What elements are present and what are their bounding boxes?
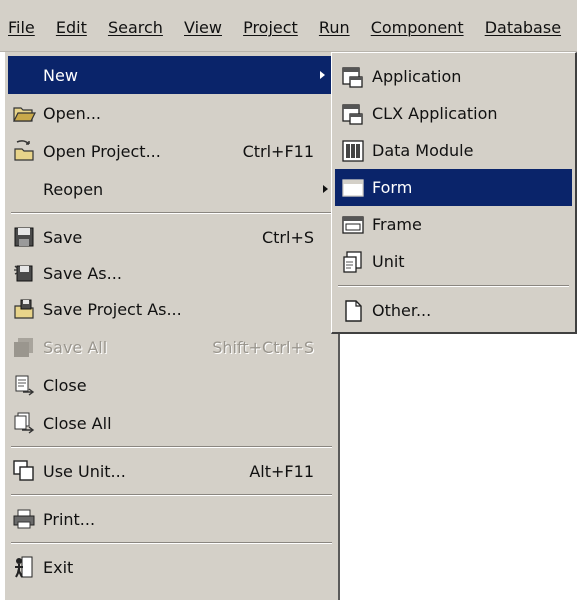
menu-item-open[interactable]: Open... [5, 94, 338, 132]
menu-item-save[interactable]: Save Ctrl+S [5, 218, 338, 256]
shortcut-label: Ctrl+F11 [242, 141, 314, 161]
menubar-file[interactable]: File [8, 18, 35, 37]
submenu-item-other[interactable]: Other... [332, 292, 575, 329]
data-module-icon [340, 138, 366, 164]
menu-item-label: Reopen [43, 179, 104, 199]
menu-item-label: Save As... [43, 263, 122, 283]
menu-item-open-project[interactable]: Open Project... Ctrl+F11 [5, 132, 338, 170]
empty-icon-slot [11, 62, 37, 88]
submenu-item-application[interactable]: Application [332, 58, 575, 95]
open-folder-icon [11, 100, 37, 126]
menu-item-label: Open... [43, 103, 101, 123]
submenu-item-clx-application[interactable]: CLX Application [332, 95, 575, 132]
close-file-icon [11, 372, 37, 398]
menu-item-label: Exit [43, 557, 74, 577]
close-all-icon [11, 410, 37, 436]
menubar-view[interactable]: View [184, 18, 222, 37]
menu-item-exit[interactable]: Exit [5, 548, 338, 586]
menu-item-label: Form [372, 178, 413, 197]
shortcut-label: Alt+F11 [249, 461, 314, 481]
menu-separator [11, 542, 332, 544]
blank-page-icon [340, 298, 366, 324]
menu-bar: File Edit Search View Project Run Compon… [0, 0, 577, 52]
unit-icon [340, 249, 366, 275]
file-menu: New Open... Open Project... Ctrl+F11 Reo… [4, 52, 340, 600]
menu-item-print[interactable]: Print... [5, 500, 338, 538]
submenu-item-form[interactable]: Form [335, 169, 572, 206]
menu-item-label: New [43, 65, 78, 85]
menu-item-use-unit[interactable]: Use Unit... Alt+F11 [5, 452, 338, 490]
menubar-database[interactable]: Database [485, 18, 561, 37]
printer-icon [11, 506, 37, 532]
shortcut-label: Ctrl+S [261, 227, 314, 247]
menu-item-label: Close [43, 375, 87, 395]
frame-icon [340, 212, 366, 238]
shortcut-label: Shift+Ctrl+S [212, 337, 314, 357]
menubar-edit[interactable]: Edit [56, 18, 87, 37]
save-all-icon [11, 334, 37, 360]
menu-item-label: Other... [372, 301, 432, 320]
open-project-icon [11, 138, 37, 164]
submenu-item-frame[interactable]: Frame [332, 206, 575, 243]
clx-application-icon [340, 101, 366, 127]
menu-separator [11, 446, 332, 448]
submenu-item-data-module[interactable]: Data Module [332, 132, 575, 169]
menu-item-save-all[interactable]: Save All Shift+Ctrl+S [5, 328, 338, 366]
empty-icon-slot [11, 176, 37, 202]
submenu-arrow-icon [323, 185, 328, 193]
exit-door-icon [11, 554, 37, 580]
submenu-separator [338, 285, 569, 287]
submenu-arrow-icon [320, 71, 325, 79]
menu-item-label: Close All [43, 413, 112, 433]
menu-separator [11, 494, 332, 496]
menu-item-save-project-as[interactable]: Save Project As... [5, 290, 338, 328]
floppy-disk-icon [11, 224, 37, 250]
new-submenu: Application CLX Application Data Module … [331, 52, 577, 334]
menubar-run[interactable]: Run [319, 18, 350, 37]
application-icon [340, 64, 366, 90]
menu-item-label: Print... [43, 509, 96, 529]
save-project-icon [11, 296, 37, 322]
menubar-component[interactable]: Component [371, 18, 464, 37]
menubar-project[interactable]: Project [243, 18, 298, 37]
menubar-search[interactable]: Search [108, 18, 163, 37]
menu-item-label: Data Module [372, 141, 474, 160]
menu-item-label: Frame [372, 215, 422, 234]
menu-item-label: Application [372, 67, 462, 86]
form-icon [340, 175, 366, 201]
menu-item-new[interactable]: New [8, 56, 335, 94]
delphi-ide-screenshot: File Edit Search View Project Run Compon… [0, 0, 577, 600]
menu-separator [11, 212, 332, 214]
menu-item-label: CLX Application [372, 104, 498, 123]
menu-item-label: Save Project As... [43, 299, 182, 319]
menu-item-reopen[interactable]: Reopen [5, 170, 338, 208]
menu-item-label: Unit [372, 252, 405, 271]
submenu-item-unit[interactable]: Unit [332, 243, 575, 280]
save-as-icon [11, 260, 37, 286]
menu-item-close[interactable]: Close [5, 366, 338, 404]
menu-item-save-as[interactable]: Save As... [5, 256, 338, 290]
menu-item-close-all[interactable]: Close All [5, 404, 338, 442]
use-unit-icon [11, 458, 37, 484]
